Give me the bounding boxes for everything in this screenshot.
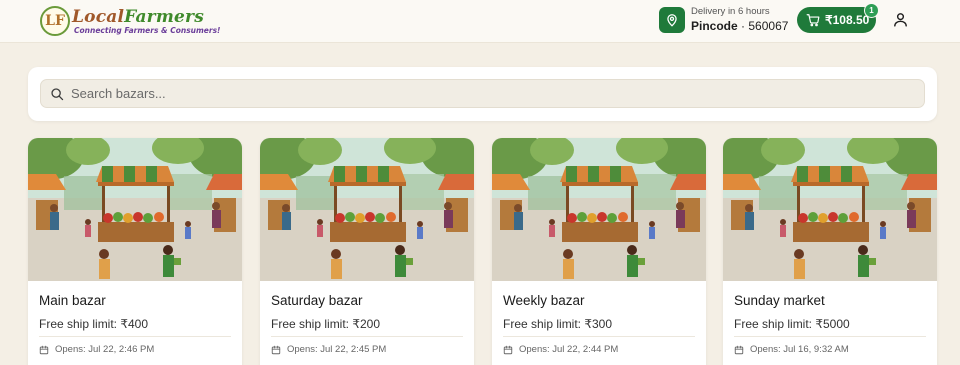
card-divider [503,336,695,337]
search-input[interactable] [71,80,924,107]
free-ship-limit: Free ship limit: ₹5000 [734,317,850,331]
bazar-card[interactable]: Saturday bazar Free ship limit: ₹200 Ope… [260,138,474,365]
pincode-display: Pincode · 560067 [691,19,789,33]
bazar-image [260,138,474,281]
calendar-icon [503,345,513,354]
location-pin-icon [667,14,677,27]
free-ship-limit: Free ship limit: ₹400 [39,317,149,331]
brand-logo[interactable]: LF LocalFarmers Connecting Farmers & Con… [40,4,220,38]
bazar-card[interactable]: Sunday market Free ship limit: ₹5000 Ope… [723,138,937,365]
search-icon [51,87,64,100]
brand-tagline: Connecting Farmers & Consumers! [74,25,221,35]
top-bar: LF LocalFarmers Connecting Farmers & Con… [0,0,960,43]
calendar-icon [734,345,744,354]
calendar-icon [271,345,281,354]
shopping-cart-icon [806,14,820,27]
logo-mark-icon: LF [40,6,70,36]
free-ship-limit: Free ship limit: ₹300 [503,317,613,331]
bazar-image [492,138,706,281]
card-divider [39,336,231,337]
delivery-info[interactable]: Delivery in 6 hours Pincode · 560067 [691,6,788,34]
opens-time: Opens: Jul 22, 2:45 PM [271,344,386,355]
bazar-name: Sunday market [734,293,825,308]
opens-time: Opens: Jul 22, 2:46 PM [39,344,154,355]
opens-time: Opens: Jul 22, 2:44 PM [503,344,618,355]
search-panel [28,67,937,121]
calendar-icon [39,345,49,354]
user-icon[interactable] [892,11,909,28]
card-divider [271,336,463,337]
bazar-name: Saturday bazar [271,293,363,308]
bazar-image [723,138,937,281]
opens-time: Opens: Jul 16, 9:32 AM [734,344,849,355]
bazar-name: Weekly bazar [503,293,585,308]
delivery-eta: Delivery in 6 hours [691,6,770,17]
card-divider [734,336,926,337]
bazar-card[interactable]: Weekly bazar Free ship limit: ₹300 Opens… [492,138,706,365]
location-button[interactable] [659,7,685,33]
bazar-card[interactable]: Main bazar Free ship limit: ₹400 Opens: … [28,138,242,365]
pincode-value: 560067 [748,19,789,33]
brand-name: LocalFarmers [72,6,204,27]
search-box[interactable] [40,79,925,108]
cart-total: ₹108.50 [825,13,870,27]
cart-count-badge: 1 [864,3,879,18]
free-ship-limit: Free ship limit: ₹200 [271,317,381,331]
bazar-name: Main bazar [39,293,106,308]
bazar-image [28,138,242,281]
